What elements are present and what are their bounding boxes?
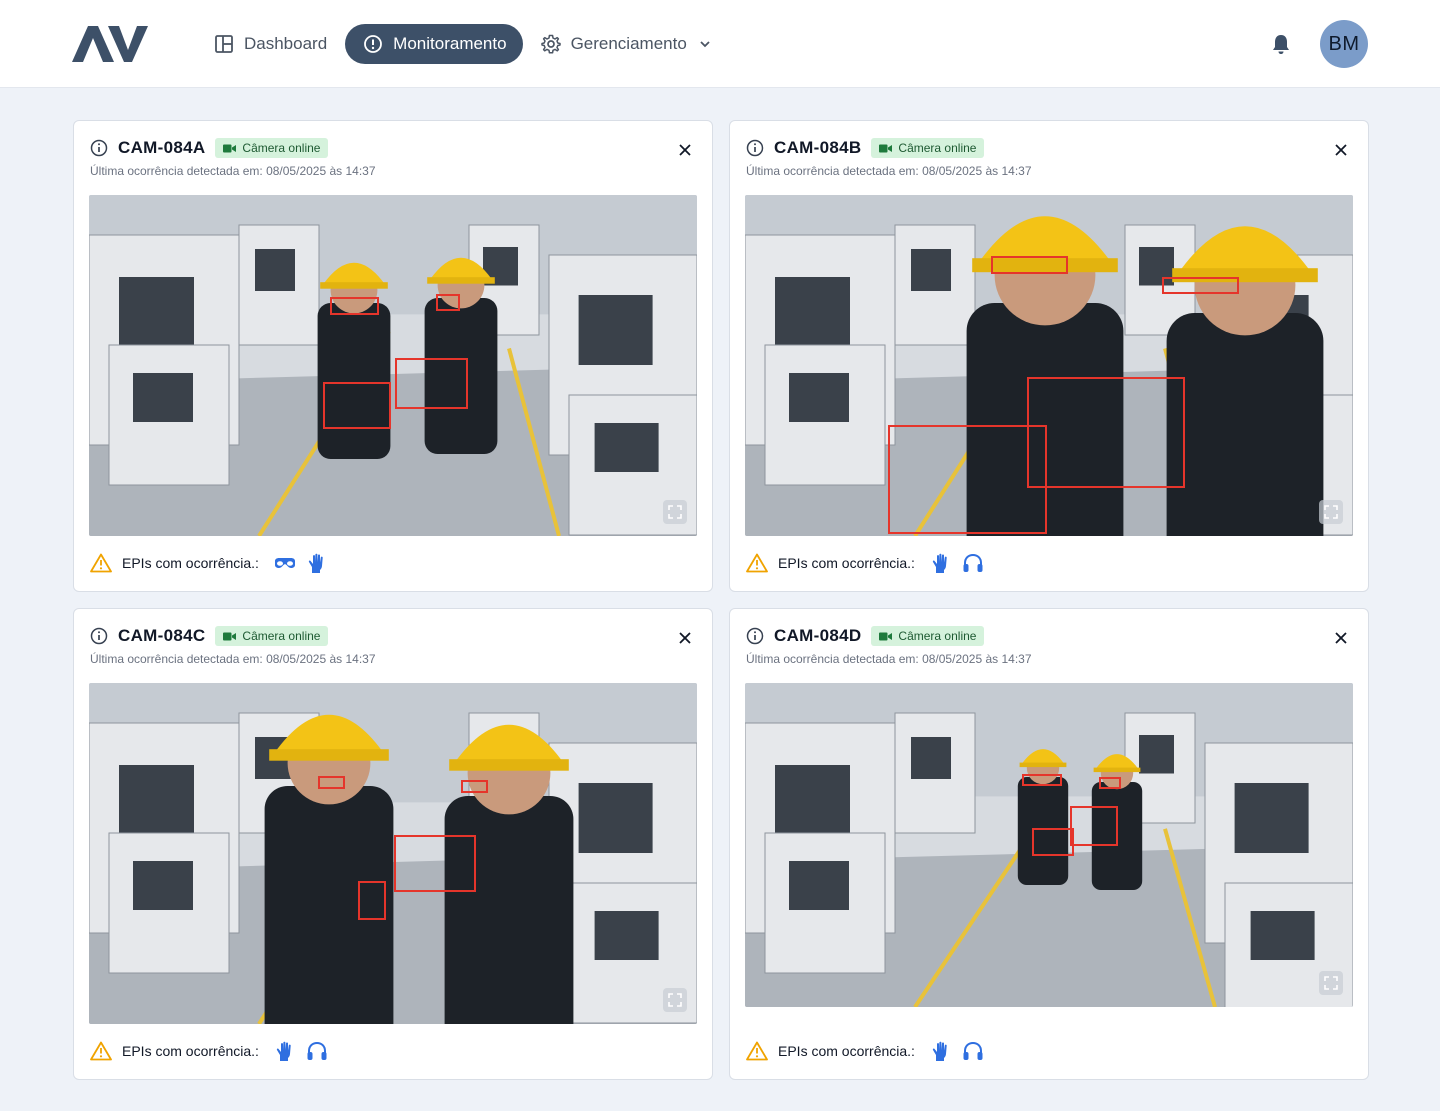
- warning-icon: [746, 1041, 768, 1061]
- status-badge-label: Câmera online: [898, 629, 977, 643]
- gear-icon: [540, 34, 561, 54]
- main-nav: Dashboard Monitoramento Gerenciamento: [200, 24, 725, 64]
- last-occurrence-text: Última ocorrência detectada em: 08/05/20…: [746, 652, 1032, 666]
- epi-icon-list: [925, 552, 989, 574]
- epi-icon-list: [269, 552, 333, 574]
- camera-feed[interactable]: [745, 195, 1353, 536]
- epi-footer: EPIs com ocorrência.:: [90, 1039, 333, 1063]
- video-camera-icon: [223, 144, 237, 153]
- video-camera-icon: [879, 632, 893, 641]
- glove-icon[interactable]: [930, 1040, 952, 1062]
- info-icon[interactable]: [746, 627, 764, 645]
- status-badge: Câmera online: [871, 138, 985, 158]
- expand-icon[interactable]: [1319, 971, 1343, 995]
- epi-label: EPIs com ocorrência.:: [122, 1043, 259, 1059]
- ear-protection-icon[interactable]: [962, 1040, 984, 1062]
- camera-feed-image: [745, 195, 1353, 536]
- close-icon[interactable]: [678, 143, 692, 157]
- layout-icon: [214, 34, 234, 54]
- nav-gerenciamento-label: Gerenciamento: [570, 34, 687, 53]
- nav-monitoramento-label: Monitoramento: [393, 34, 507, 53]
- camera-feed-image: [89, 195, 697, 536]
- status-badge-label: Câmera online: [898, 141, 977, 155]
- epi-icon-list: [925, 1040, 989, 1062]
- video-camera-icon: [223, 632, 237, 641]
- video-camera-icon: [879, 144, 893, 153]
- camera-feed-image: [89, 683, 697, 1024]
- glove-icon[interactable]: [274, 1040, 296, 1062]
- epi-footer: EPIs com ocorrência.:: [746, 551, 989, 575]
- status-badge: Câmera online: [215, 626, 329, 646]
- camera-card-cam-084a: CAM-084A Câmera online Última ocorrência…: [73, 120, 713, 592]
- camera-name: CAM-084C: [118, 626, 206, 645]
- close-icon[interactable]: [1334, 143, 1348, 157]
- epi-label: EPIs com ocorrência.:: [778, 555, 915, 571]
- goggles-icon[interactable]: [274, 552, 296, 574]
- status-badge: Câmera online: [871, 626, 985, 646]
- epi-footer: EPIs com ocorrência.:: [90, 551, 333, 575]
- top-bar: Dashboard Monitoramento Gerenciamento BM: [0, 0, 1440, 88]
- epi-label: EPIs com ocorrência.:: [778, 1043, 915, 1059]
- camera-card-cam-084c: CAM-084C Câmera online Última ocorrência…: [73, 608, 713, 1080]
- expand-icon[interactable]: [663, 500, 687, 524]
- status-badge-label: Câmera online: [242, 141, 321, 155]
- ear-protection-icon[interactable]: [962, 552, 984, 574]
- camera-feed[interactable]: [89, 195, 697, 536]
- last-occurrence-text: Última ocorrência detectada em: 08/05/20…: [90, 164, 376, 178]
- chevron-down-icon: [699, 38, 711, 50]
- epi-icon-list: [269, 1040, 333, 1062]
- nav-monitoramento[interactable]: Monitoramento: [345, 24, 523, 64]
- card-header: CAM-084B Câmera online: [746, 137, 985, 159]
- expand-icon[interactable]: [663, 988, 687, 1012]
- av-logo[interactable]: [72, 24, 148, 64]
- warning-icon: [90, 553, 112, 573]
- warning-icon: [90, 1041, 112, 1061]
- close-icon[interactable]: [678, 631, 692, 645]
- ear-protection-icon[interactable]: [306, 1040, 328, 1062]
- info-icon[interactable]: [90, 139, 108, 157]
- close-icon[interactable]: [1334, 631, 1348, 645]
- card-header: CAM-084D Câmera online: [746, 625, 985, 647]
- warning-icon: [746, 553, 768, 573]
- status-badge: Câmera online: [215, 138, 329, 158]
- epi-footer: EPIs com ocorrência.:: [746, 1039, 989, 1063]
- nav-dashboard[interactable]: Dashboard: [200, 24, 341, 64]
- nav-gerenciamento[interactable]: Gerenciamento: [527, 24, 725, 64]
- expand-icon[interactable]: [1319, 500, 1343, 524]
- bell-icon[interactable]: [1270, 33, 1292, 55]
- nav-dashboard-label: Dashboard: [244, 34, 328, 53]
- camera-card-cam-084d: CAM-084D Câmera online Última ocorrência…: [729, 608, 1369, 1080]
- camera-name: CAM-084B: [774, 138, 862, 157]
- camera-name: CAM-084D: [774, 626, 862, 645]
- status-badge-label: Câmera online: [242, 629, 321, 643]
- last-occurrence-text: Última ocorrência detectada em: 08/05/20…: [746, 164, 1032, 178]
- avatar[interactable]: BM: [1320, 20, 1368, 68]
- camera-name: CAM-084A: [118, 138, 206, 157]
- info-icon[interactable]: [746, 139, 764, 157]
- camera-feed[interactable]: [89, 683, 697, 1024]
- glove-icon[interactable]: [930, 552, 952, 574]
- info-icon[interactable]: [90, 627, 108, 645]
- card-header: CAM-084A Câmera online: [90, 137, 329, 159]
- glove-icon[interactable]: [306, 552, 328, 574]
- epi-label: EPIs com ocorrência.:: [122, 555, 259, 571]
- camera-card-cam-084b: CAM-084B Câmera online Última ocorrência…: [729, 120, 1369, 592]
- card-header: CAM-084C Câmera online: [90, 625, 329, 647]
- camera-feed-image: [745, 683, 1353, 1007]
- camera-feed[interactable]: [745, 683, 1353, 1007]
- last-occurrence-text: Última ocorrência detectada em: 08/05/20…: [90, 652, 376, 666]
- alert-circle-icon: [363, 34, 383, 54]
